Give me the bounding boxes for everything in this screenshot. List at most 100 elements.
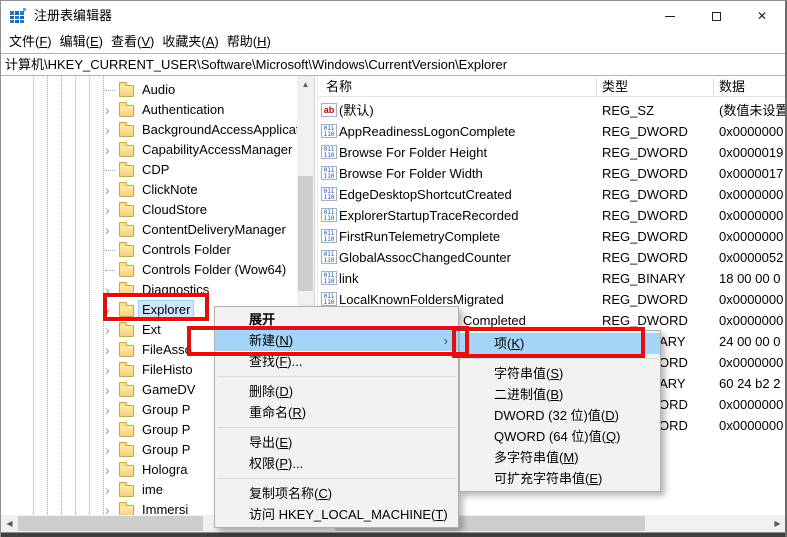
context-menu-item-F[interactable]: 查找(F)... [215,351,458,372]
table-row[interactable]: EdgeDesktopShortcutCreatedREG_DWORD0x000… [318,184,786,205]
table-row[interactable]: linkREG_BINARY18 00 00 0 [318,268,786,289]
value-type: REG_DWORD [602,163,688,184]
tree-scrollbar-thumb[interactable] [298,176,313,291]
tree-hscrollbar-thumb[interactable] [18,516,203,531]
tree-item-Controls Folder[interactable]: Controls Folder [1,240,297,260]
context-menu-item-E[interactable]: 导出(E) [215,432,458,453]
context-menu-item-P[interactable]: 权限(P)... [215,453,458,474]
submenu-item-M[interactable]: 多字符串值(M) [460,447,660,468]
tree-item-Controls Folder (Wow64)[interactable]: Controls Folder (Wow64) [1,260,297,280]
chevron-right-icon[interactable]: › [105,400,119,420]
tree-item-label: Group P [139,401,193,418]
chevron-right-icon[interactable]: › [105,380,119,400]
context-menu-item-C[interactable]: 复制项名称(C) [215,483,458,504]
menubar-item-H[interactable]: 帮助(H) [227,31,271,53]
tree-item-Diagnostics[interactable]: ›Diagnostics [1,280,297,300]
chevron-right-icon[interactable]: › [105,220,119,240]
address-bar[interactable]: 计算机\HKEY_CURRENT_USER\Software\Microsoft… [1,53,785,76]
menu-bar: 文件(F) 编辑(E) 查看(V) 收藏夹(A) 帮助(H) [1,31,785,53]
tree-item-Audio[interactable]: Audio [1,80,297,100]
maximize-button[interactable] [693,1,739,31]
context-menu-item-D[interactable]: 删除(D) [215,381,458,402]
chevron-right-icon[interactable]: › [105,340,119,360]
table-row[interactable]: AppReadinessLogonCompleteREG_DWORD0x0000… [318,121,786,142]
maximize-icon [712,12,721,21]
column-divider[interactable] [596,78,597,96]
scroll-right-icon[interactable]: ▶ [769,515,786,532]
value-data: 0x0000017 [719,163,786,184]
chevron-right-icon[interactable]: › [105,440,119,460]
value-data: 0x0000000 [719,184,786,205]
chevron-right-icon[interactable]: › [105,460,119,480]
table-row[interactable]: ab(默认)REG_SZ(数值未设置) [318,100,786,121]
minimize-button[interactable] [647,1,693,31]
table-row[interactable]: GlobalAssocChangedCounterREG_DWORD0x0000… [318,247,786,268]
chevron-right-icon[interactable]: › [105,280,119,300]
tree-item-label: Controls Folder (Wow64) [139,261,289,278]
context-menu-separator [217,478,456,479]
column-divider[interactable] [713,78,714,96]
scroll-left-icon[interactable]: ◀ [1,515,18,532]
table-row[interactable]: FirstRunTelemetryCompleteREG_DWORD0x0000… [318,226,786,247]
binary-value-icon [321,271,337,285]
value-data: 0x0000019 [719,142,786,163]
binary-value-icon [321,250,337,264]
submenu-item-DWORD32D[interactable]: DWORD (32 位)值(D) [460,405,660,426]
table-row[interactable]: Browse For Folder HeightREG_DWORD0x00000… [318,142,786,163]
chevron-right-icon[interactable]: › [105,180,119,200]
tree-item-ContentDeliveryManager[interactable]: ›ContentDeliveryManager [1,220,297,240]
tree-item-label: CapabilityAccessManager [139,141,295,158]
submenu-item-E[interactable]: 可扩充字符串值(E) [460,468,660,489]
context-menu-item-HKEY_LOCAL_MACHINET[interactable]: 访问 HKEY_LOCAL_MACHINE(T) [215,504,458,525]
table-row[interactable]: Browse For Folder WidthREG_DWORD0x000001… [318,163,786,184]
value-type: REG_DWORD [602,205,688,226]
chevron-right-icon[interactable]: › [105,360,119,380]
chevron-right-icon[interactable]: › [105,200,119,220]
context-menu-item-R[interactable]: 重命名(R) [215,402,458,423]
chevron-right-icon[interactable]: › [105,500,119,515]
table-row[interactable]: ExplorerStartupTraceRecordedREG_DWORD0x0… [318,205,786,226]
column-header-data[interactable]: 数据 [719,76,745,97]
value-type: REG_SZ [602,100,654,121]
value-type: REG_DWORD [602,310,688,331]
value-name: AppReadinessLogonComplete [339,121,595,142]
tree-item-ClickNote[interactable]: ›ClickNote [1,180,297,200]
tree-item-BackgroundAccessApplicat[interactable]: ›BackgroundAccessApplicat [1,120,297,140]
submenu-item-K[interactable]: 项(K) [460,333,660,354]
chevron-right-icon[interactable]: › [105,480,119,500]
menubar-item-F[interactable]: 文件(F) [9,31,52,53]
binary-value-icon [321,187,337,201]
string-value-icon: ab [321,103,337,117]
menubar-item-A[interactable]: 收藏夹(A) [162,31,218,53]
value-data: 0x0000000 [719,121,786,142]
close-button[interactable] [739,1,785,31]
scroll-up-icon[interactable]: ▲ [297,76,314,93]
menubar-item-V[interactable]: 查看(V) [111,31,154,53]
column-header-type[interactable]: 类型 [602,76,628,97]
window-title: 注册表编辑器 [34,1,112,31]
context-menu-item-[interactable]: 展开 [215,309,458,330]
tree-item-CDP[interactable]: CDP [1,160,297,180]
submenu-item-QWORD64Q[interactable]: QWORD (64 位)值(Q) [460,426,660,447]
menubar-item-E[interactable]: 编辑(E) [60,31,103,53]
folder-icon [119,265,134,277]
chevron-right-icon[interactable]: › [105,100,119,120]
tree-item-CapabilityAccessManager[interactable]: › CapabilityAccessManager [1,140,297,160]
tree-item-Authentication[interactable]: ›Authentication [1,100,297,120]
tree-branch-stub [105,270,115,271]
registry-editor-app-icon [10,8,27,24]
chevron-right-icon[interactable]: › [105,420,119,440]
minimize-icon [665,16,675,17]
folder-icon [119,325,134,337]
tree-item-CloudStore[interactable]: ›CloudStore [1,200,297,220]
submenu-item-B[interactable]: 二进制值(B) [460,384,660,405]
chevron-right-icon[interactable]: › [105,120,119,140]
chevron-right-icon[interactable]: › [105,320,119,340]
context-menu-item-N[interactable]: 新建(N) [215,330,458,351]
chevron-right-icon[interactable]: › [105,140,119,160]
chevron-right-icon[interactable]: › [105,300,119,320]
value-name: GlobalAssocChangedCounter [339,247,595,268]
column-header-name[interactable]: 名称 [326,76,352,97]
submenu-item-S[interactable]: 字符串值(S) [460,363,660,384]
tree-item-label: FileAsso [139,341,195,358]
